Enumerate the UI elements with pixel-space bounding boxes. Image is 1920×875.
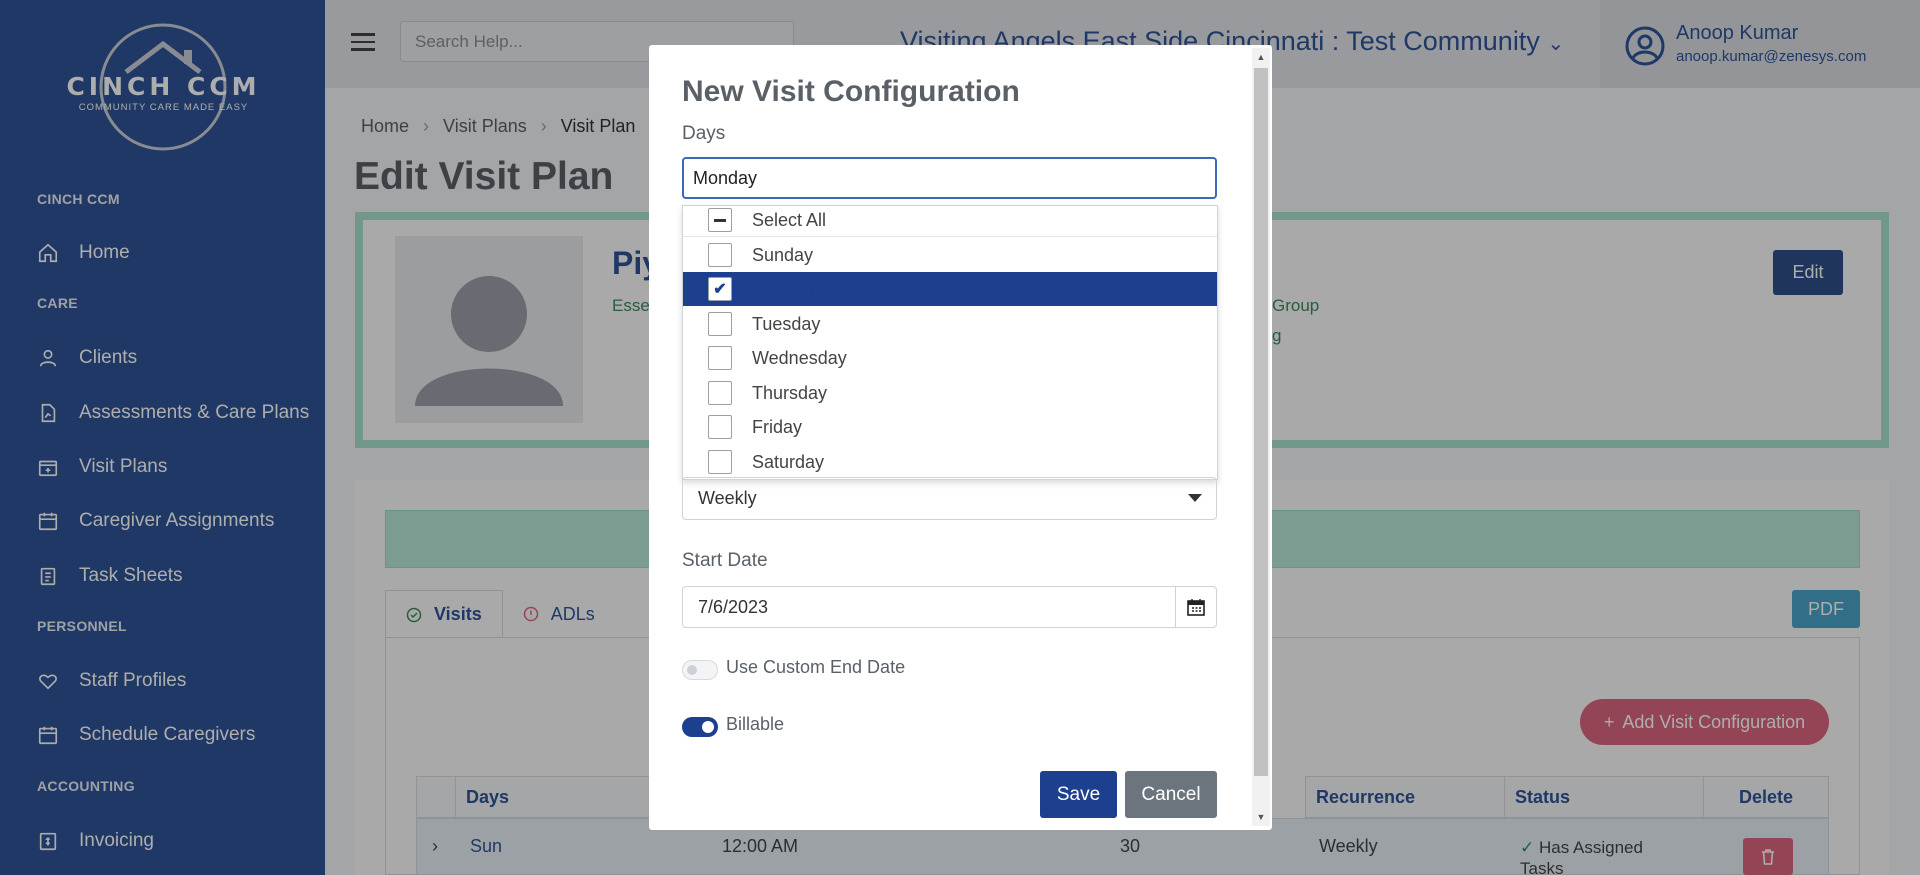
day-option-sunday[interactable]: Sunday — [683, 238, 1217, 272]
day-option-wednesday[interactable]: Wednesday — [683, 341, 1217, 375]
day-option-friday[interactable]: Friday — [683, 410, 1217, 444]
indeterminate-checkbox-icon[interactable] — [708, 208, 732, 232]
checkbox[interactable] — [708, 450, 732, 474]
option-label: Sunday — [752, 244, 814, 265]
billable-toggle[interactable] — [682, 717, 718, 737]
calendar-icon — [1187, 599, 1205, 616]
divider — [683, 236, 1217, 237]
cancel-button[interactable]: Cancel — [1125, 771, 1217, 818]
checkbox[interactable] — [708, 312, 732, 336]
custom-end-date-toggle[interactable] — [682, 660, 718, 680]
caret-down-icon — [1188, 494, 1202, 502]
option-label: Saturday — [752, 451, 825, 472]
modal-scrollbar-thumb[interactable] — [1254, 68, 1268, 776]
checkbox[interactable] — [708, 346, 732, 370]
custom-end-date-label: Use Custom End Date — [726, 657, 906, 677]
option-label: Select All — [752, 209, 827, 230]
option-label: Friday — [752, 416, 803, 437]
days-multiselect-input[interactable]: Monday — [682, 157, 1217, 199]
checkbox[interactable] — [708, 243, 732, 267]
modal-title: New Visit Configuration — [682, 75, 1020, 108]
day-option-thursday[interactable]: Thursday — [683, 376, 1217, 410]
recurrence-select[interactable]: Weekly — [682, 477, 1217, 520]
option-label: Thursday — [752, 382, 828, 403]
select-all-option[interactable]: Select All — [683, 203, 1217, 237]
billable-label: Billable — [726, 714, 785, 734]
start-date-input[interactable]: 7/6/2023 — [682, 586, 1176, 628]
start-date-label: Start Date — [682, 550, 768, 571]
day-option-monday[interactable]: ✔ Monday — [683, 272, 1217, 306]
checkbox[interactable] — [708, 415, 732, 439]
scroll-up-icon[interactable]: ▲ — [1254, 50, 1268, 64]
option-label: Wednesday — [752, 347, 847, 368]
option-label: Monday — [752, 278, 817, 299]
option-label: Tuesday — [752, 313, 821, 334]
scroll-down-icon[interactable]: ▼ — [1254, 810, 1268, 824]
save-button[interactable]: Save — [1040, 771, 1117, 818]
checkbox[interactable] — [708, 381, 732, 405]
calendar-picker-button[interactable] — [1175, 586, 1217, 628]
checked-checkbox-icon[interactable]: ✔ — [708, 277, 732, 301]
day-option-tuesday[interactable]: Tuesday — [683, 307, 1217, 341]
day-option-saturday[interactable]: Saturday — [683, 445, 1217, 479]
days-label: Days — [682, 123, 726, 144]
